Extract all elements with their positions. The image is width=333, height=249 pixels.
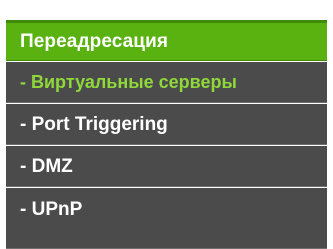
menu-item-dmz[interactable]: - DMZ bbox=[6, 146, 327, 187]
menu-header-forwarding[interactable]: Переадресация bbox=[6, 20, 327, 61]
menu-item-virtual-servers[interactable]: - Виртуальные серверы bbox=[6, 62, 327, 103]
forwarding-menu: Переадресация - Виртуальные серверы - Po… bbox=[0, 0, 333, 249]
menu-item-port-triggering[interactable]: - Port Triggering bbox=[6, 104, 327, 145]
menu-item-upnp[interactable]: - UPnP bbox=[6, 188, 327, 249]
